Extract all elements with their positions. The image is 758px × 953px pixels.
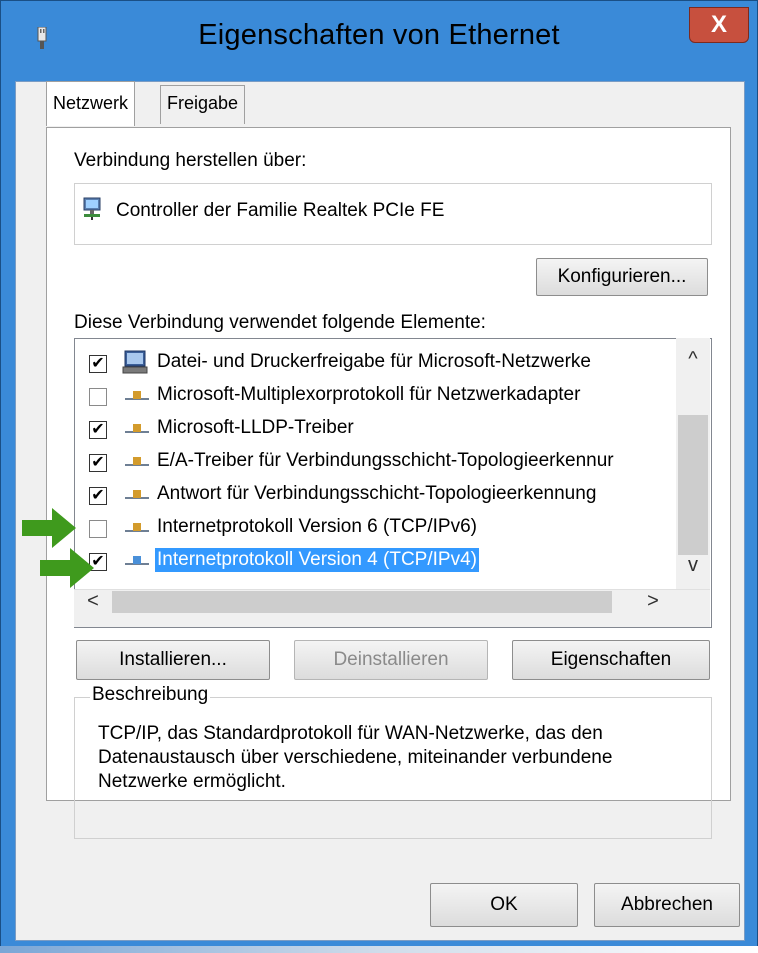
network-adapter-icon — [83, 197, 101, 220]
vertical-scroll-thumb[interactable] — [678, 415, 708, 555]
item-label: E/A-Treiber für Verbindungsschicht-Topol… — [157, 450, 614, 471]
taskbar-edge — [0, 946, 758, 953]
tab-freigabe[interactable]: Freigabe — [160, 85, 246, 124]
elements-label: Diese Verbindung verwendet folgende Elem… — [74, 312, 486, 333]
item-checkbox[interactable]: ✔ — [89, 487, 107, 505]
scroll-right-arrow[interactable]: > — [642, 590, 664, 613]
item-label: Microsoft-Multiplexorprotokoll für Netzw… — [157, 384, 581, 405]
install-button[interactable]: Installieren... — [76, 640, 270, 680]
title-bar[interactable]: Eigenschaften von Ethernet X — [1, 1, 757, 81]
scroll-down-arrow[interactable]: v — [682, 554, 704, 577]
green-arrow-icon — [22, 508, 76, 548]
list-item[interactable]: Internetprotokoll Version 6 (TCP/IPv6) — [75, 512, 675, 545]
computer-icon — [122, 350, 148, 374]
protocol-icon — [125, 424, 149, 433]
configure-button[interactable]: Konfigurieren... — [536, 258, 708, 296]
item-label: Datei- und Druckerfreigabe für Microsoft… — [157, 351, 591, 372]
components-listbox[interactable]: ✔ Datei- und Druckerfreigabe für Microso… — [74, 338, 712, 628]
item-checkbox[interactable]: ✔ — [89, 454, 107, 472]
list-item[interactable]: ✔ Microsoft-LLDP-Treiber — [75, 413, 675, 446]
description-text: TCP/IP, das Standardprotokoll für WAN-Ne… — [98, 723, 613, 792]
close-button[interactable]: X — [689, 7, 749, 43]
list-item[interactable]: ✔ E/A-Treiber für Verbindungsschicht-Top… — [75, 446, 675, 479]
list-item[interactable]: ✔ Antwort für Verbindungsschicht-Topolog… — [75, 479, 675, 512]
list-item-selected[interactable]: ✔ Internetprotokoll Version 4 (TCP/IPv4) — [75, 545, 675, 578]
protocol-icon — [125, 391, 149, 400]
protocol-icon — [125, 556, 149, 565]
item-label: Antwort für Verbindungsschicht-Topologie… — [157, 483, 597, 504]
properties-button[interactable]: Eigenschaften — [512, 640, 710, 680]
item-checkbox[interactable]: ✔ — [89, 355, 107, 373]
item-checkbox[interactable] — [89, 520, 107, 538]
adapter-name: Controller der Familie Realtek PCIe FE — [116, 200, 445, 221]
list-item[interactable]: Microsoft-Multiplexorprotokoll für Netzw… — [75, 380, 675, 413]
ok-button[interactable]: OK — [430, 883, 578, 927]
protocol-icon — [125, 457, 149, 466]
connect-via-label: Verbindung herstellen über: — [74, 150, 307, 171]
item-label: Internetprotokoll Version 4 (TCP/IPv4) — [155, 548, 479, 572]
list-item[interactable]: ✔ Datei- und Druckerfreigabe für Microso… — [75, 347, 675, 380]
uninstall-button[interactable]: Deinstallieren — [294, 640, 488, 680]
item-checkbox[interactable]: ✔ — [89, 421, 107, 439]
horizontal-scroll-thumb[interactable] — [112, 591, 612, 613]
protocol-icon — [125, 523, 149, 532]
item-checkbox[interactable] — [89, 388, 107, 406]
protocol-icon — [125, 490, 149, 499]
green-arrow-icon — [40, 548, 94, 588]
item-label: Microsoft-LLDP-Treiber — [157, 417, 354, 438]
tab-netzwerk[interactable]: Netzwerk — [46, 81, 136, 126]
cancel-button[interactable]: Abbrechen — [594, 883, 740, 927]
scroll-up-arrow[interactable]: ^ — [682, 348, 704, 371]
window-title: Eigenschaften von Ethernet — [198, 19, 560, 51]
description-legend: Beschreibung — [90, 684, 211, 706]
item-label: Internetprotokoll Version 6 (TCP/IPv6) — [157, 516, 477, 537]
scroll-left-arrow[interactable]: < — [82, 590, 104, 613]
